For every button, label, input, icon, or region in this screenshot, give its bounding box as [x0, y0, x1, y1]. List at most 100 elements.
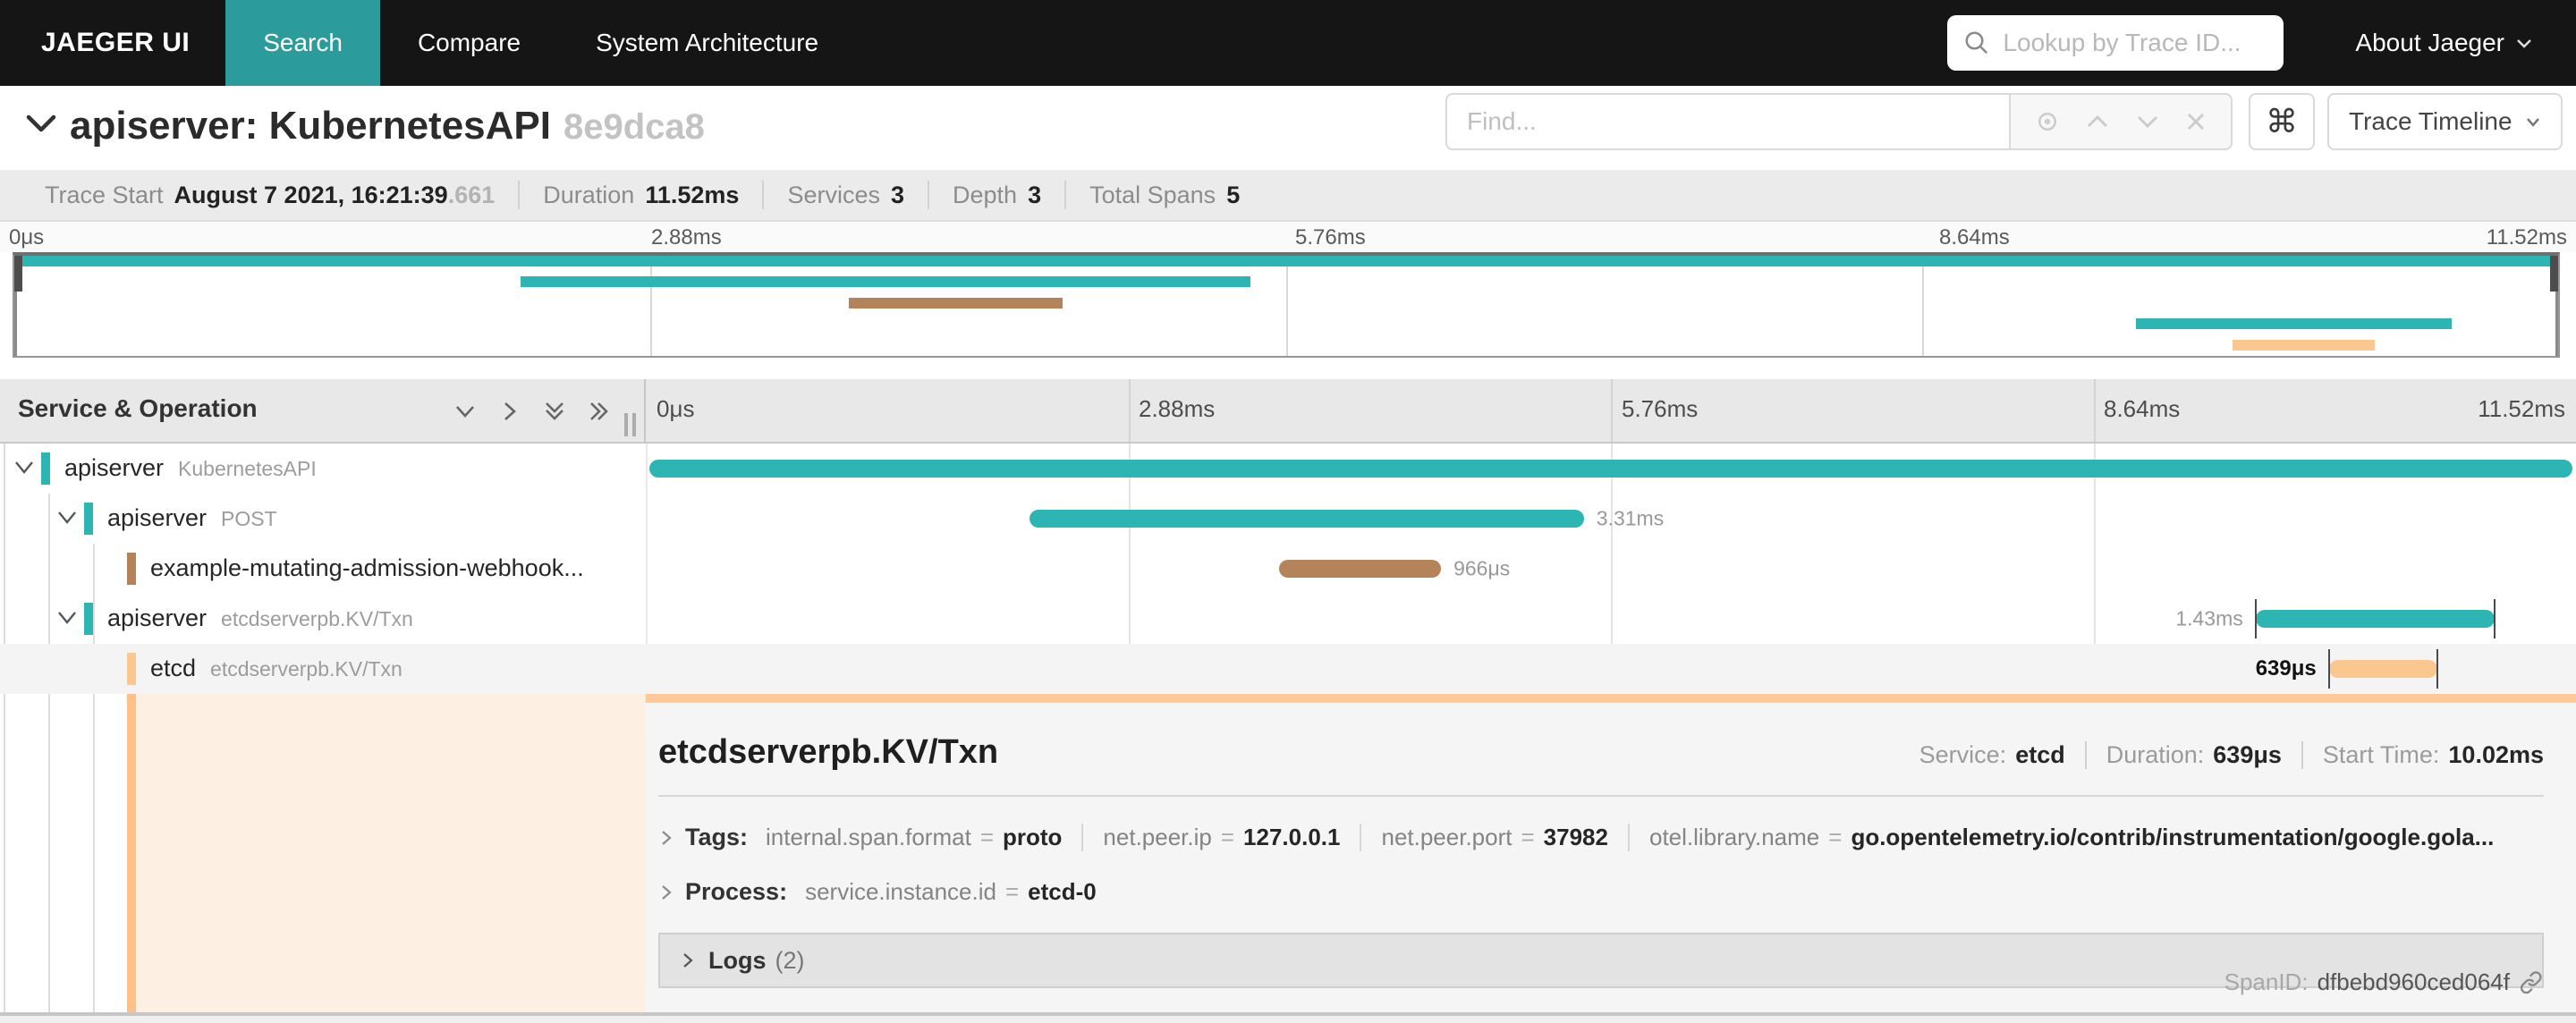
- meta-label: Service:: [1919, 741, 2007, 768]
- span-service: apiserver: [107, 604, 208, 631]
- expand-all-double-chevron-right-icon[interactable]: [587, 399, 612, 424]
- trace-lookup-box: [1947, 15, 2284, 71]
- summary-label: Services: [787, 181, 880, 208]
- span-row-apiserver-etcd-txn[interactable]: apiserver etcdserverpb.KV/Txn 1.43ms: [0, 594, 2576, 644]
- chevron-down-icon: [2526, 117, 2539, 127]
- find-next-chevron-down-icon[interactable]: [2134, 112, 2161, 131]
- timeline-tick: 11.52ms: [2478, 395, 2565, 422]
- trace-view-selector[interactable]: Trace Timeline: [2327, 93, 2563, 150]
- summary-label: Total Spans: [1089, 181, 1216, 208]
- timeline-tick: 8.64ms: [2104, 395, 2181, 422]
- bottom-scroll-strip[interactable]: [0, 1012, 2576, 1023]
- tags-items: internal.span.format = proto net.peer.ip…: [766, 824, 2513, 851]
- find-input[interactable]: [1445, 93, 2009, 150]
- meta-label: Start Time:: [2322, 741, 2440, 768]
- meta-value: 639μs: [2213, 741, 2282, 768]
- summary-label: Trace Start: [45, 181, 164, 208]
- span-bar[interactable]: [1278, 560, 1442, 578]
- nav-item-compare[interactable]: Compare: [380, 0, 558, 86]
- chevron-down-icon[interactable]: [55, 609, 79, 631]
- tag-item: internal.span.format = proto: [766, 824, 1081, 851]
- minimap-gridline: [650, 256, 652, 356]
- clear-find-close-icon[interactable]: [2184, 110, 2207, 133]
- minimap-right-scrubber-handle[interactable]: [2550, 256, 2558, 292]
- summary-trace-start: Trace Start August 7 2021, 16:21:39 .661: [21, 181, 521, 209]
- minimap-span-bar: [2232, 340, 2376, 351]
- span-row-apiserver-post[interactable]: apiserver POST 3.31ms: [0, 494, 2576, 544]
- about-jaeger-menu[interactable]: About Jaeger: [2355, 29, 2533, 57]
- span-row-apiserver-kubernetesapi[interactable]: apiserver KubernetesAPI: [0, 444, 2576, 494]
- span-service-operation: apiserver etcdserverpb.KV/Txn: [107, 604, 413, 632]
- span-color-marker: [41, 452, 50, 485]
- summary-value: 11.52ms: [645, 181, 740, 208]
- span-id-footer: SpanID: dfbebd960ced064f: [2224, 968, 2544, 996]
- trace-lookup-input[interactable]: [2001, 28, 2256, 58]
- minimap-tick: 0μs: [9, 225, 45, 249]
- app-brand[interactable]: JAEGER UI: [0, 0, 225, 86]
- trace-summary-bar: Trace Start August 7 2021, 16:21:39 .661…: [0, 170, 2576, 222]
- equals-sign: =: [979, 824, 994, 850]
- collapse-trace-chevron[interactable]: [25, 113, 57, 139]
- span-name-cell: apiserver POST: [0, 494, 646, 544]
- chevron-down-icon: [2517, 39, 2531, 48]
- span-operation: KubernetesAPI: [178, 457, 317, 480]
- timeline-gridline: [2093, 379, 2096, 442]
- expand-one-chevron-right-icon[interactable]: [497, 399, 522, 424]
- chevron-right-icon: [683, 953, 693, 968]
- tags-label: Tags:: [685, 824, 749, 850]
- minimap-left-scrubber-handle[interactable]: [14, 256, 22, 292]
- span-row-etcd-txn-selected[interactable]: etcd etcdserverpb.KV/Txn 639μs: [0, 644, 2576, 694]
- focus-target-icon[interactable]: [2034, 108, 2061, 135]
- span-row-webhook[interactable]: example-mutating-admission-webhook... 96…: [0, 544, 2576, 594]
- span-bar[interactable]: [1030, 510, 1584, 528]
- chevron-down-icon: [26, 114, 56, 132]
- span-bar[interactable]: [2328, 660, 2437, 678]
- tag-key: net.peer.port: [1381, 824, 1513, 850]
- tree-guide-line: [48, 694, 50, 1012]
- collapse-all-double-chevron-down-icon[interactable]: [542, 399, 567, 424]
- summary-value: 3: [890, 181, 904, 208]
- span-color-marker: [84, 503, 93, 535]
- tag-key: internal.span.format: [766, 824, 971, 850]
- minimap-tick: 11.52ms: [2486, 225, 2567, 249]
- collapse-one-chevron-down-icon[interactable]: [453, 399, 478, 424]
- timeline-header: Service & Operation 0μs 2.88ms 5.76ms 8.…: [0, 379, 2576, 444]
- span-service-operation: etcd etcdserverpb.KV/Txn: [150, 655, 402, 682]
- span-color-marker: [84, 603, 93, 635]
- column-resize-handle[interactable]: [624, 413, 636, 436]
- find-group: [1445, 93, 2233, 150]
- trace-minimap[interactable]: [13, 252, 2560, 358]
- keyboard-shortcuts-button[interactable]: ⌘: [2249, 93, 2315, 150]
- span-detail-left-gutter: [0, 694, 646, 1012]
- chevron-down-icon[interactable]: [55, 509, 79, 531]
- span-bar[interactable]: [649, 460, 2572, 478]
- process-row[interactable]: Process: service.instance.id = etcd-0: [658, 878, 2544, 906]
- span-name-cell: example-mutating-admission-webhook...: [0, 544, 646, 594]
- chevron-down-icon[interactable]: [13, 459, 36, 481]
- minimap-gridline: [1922, 256, 1924, 356]
- span-detail-gutter-fill: [136, 694, 646, 1012]
- copy-link-icon[interactable]: [2519, 970, 2544, 995]
- span-bar[interactable]: [2255, 610, 2496, 628]
- span-service: apiserver: [64, 454, 165, 481]
- nav-item-search[interactable]: Search: [225, 0, 380, 86]
- timeline-gridline: [1128, 379, 1131, 442]
- summary-label: Depth: [953, 181, 1018, 208]
- tag-item: otel.library.name = go.opentelemetry.io/…: [1627, 824, 2513, 851]
- trace-title: apiserver: KubernetesAPI 8e9dca8: [70, 104, 705, 148]
- trace-header: apiserver: KubernetesAPI 8e9dca8 Find...…: [0, 86, 2576, 170]
- nav-item-system-architecture[interactable]: System Architecture: [558, 0, 856, 86]
- find-prev-chevron-up-icon[interactable]: [2084, 112, 2111, 131]
- timeline-tick: 5.76ms: [1622, 395, 1699, 422]
- tag-value: etcd-0: [1028, 878, 1097, 905]
- summary-total-spans: Total Spans 5: [1066, 181, 1263, 209]
- span-color-marker: [127, 653, 136, 685]
- tree-guide-line: [93, 694, 95, 1012]
- timeline-tick: 0μs: [657, 395, 695, 422]
- summary-label: Duration: [543, 181, 635, 208]
- top-nav: JAEGER UI Search Compare System Architec…: [0, 0, 2576, 86]
- summary-suffix: .661: [447, 181, 496, 208]
- process-label: Process:: [685, 878, 788, 905]
- span-name-cell: apiserver KubernetesAPI: [0, 444, 646, 494]
- tags-row[interactable]: Tags: internal.span.format = proto net.p…: [658, 824, 2544, 851]
